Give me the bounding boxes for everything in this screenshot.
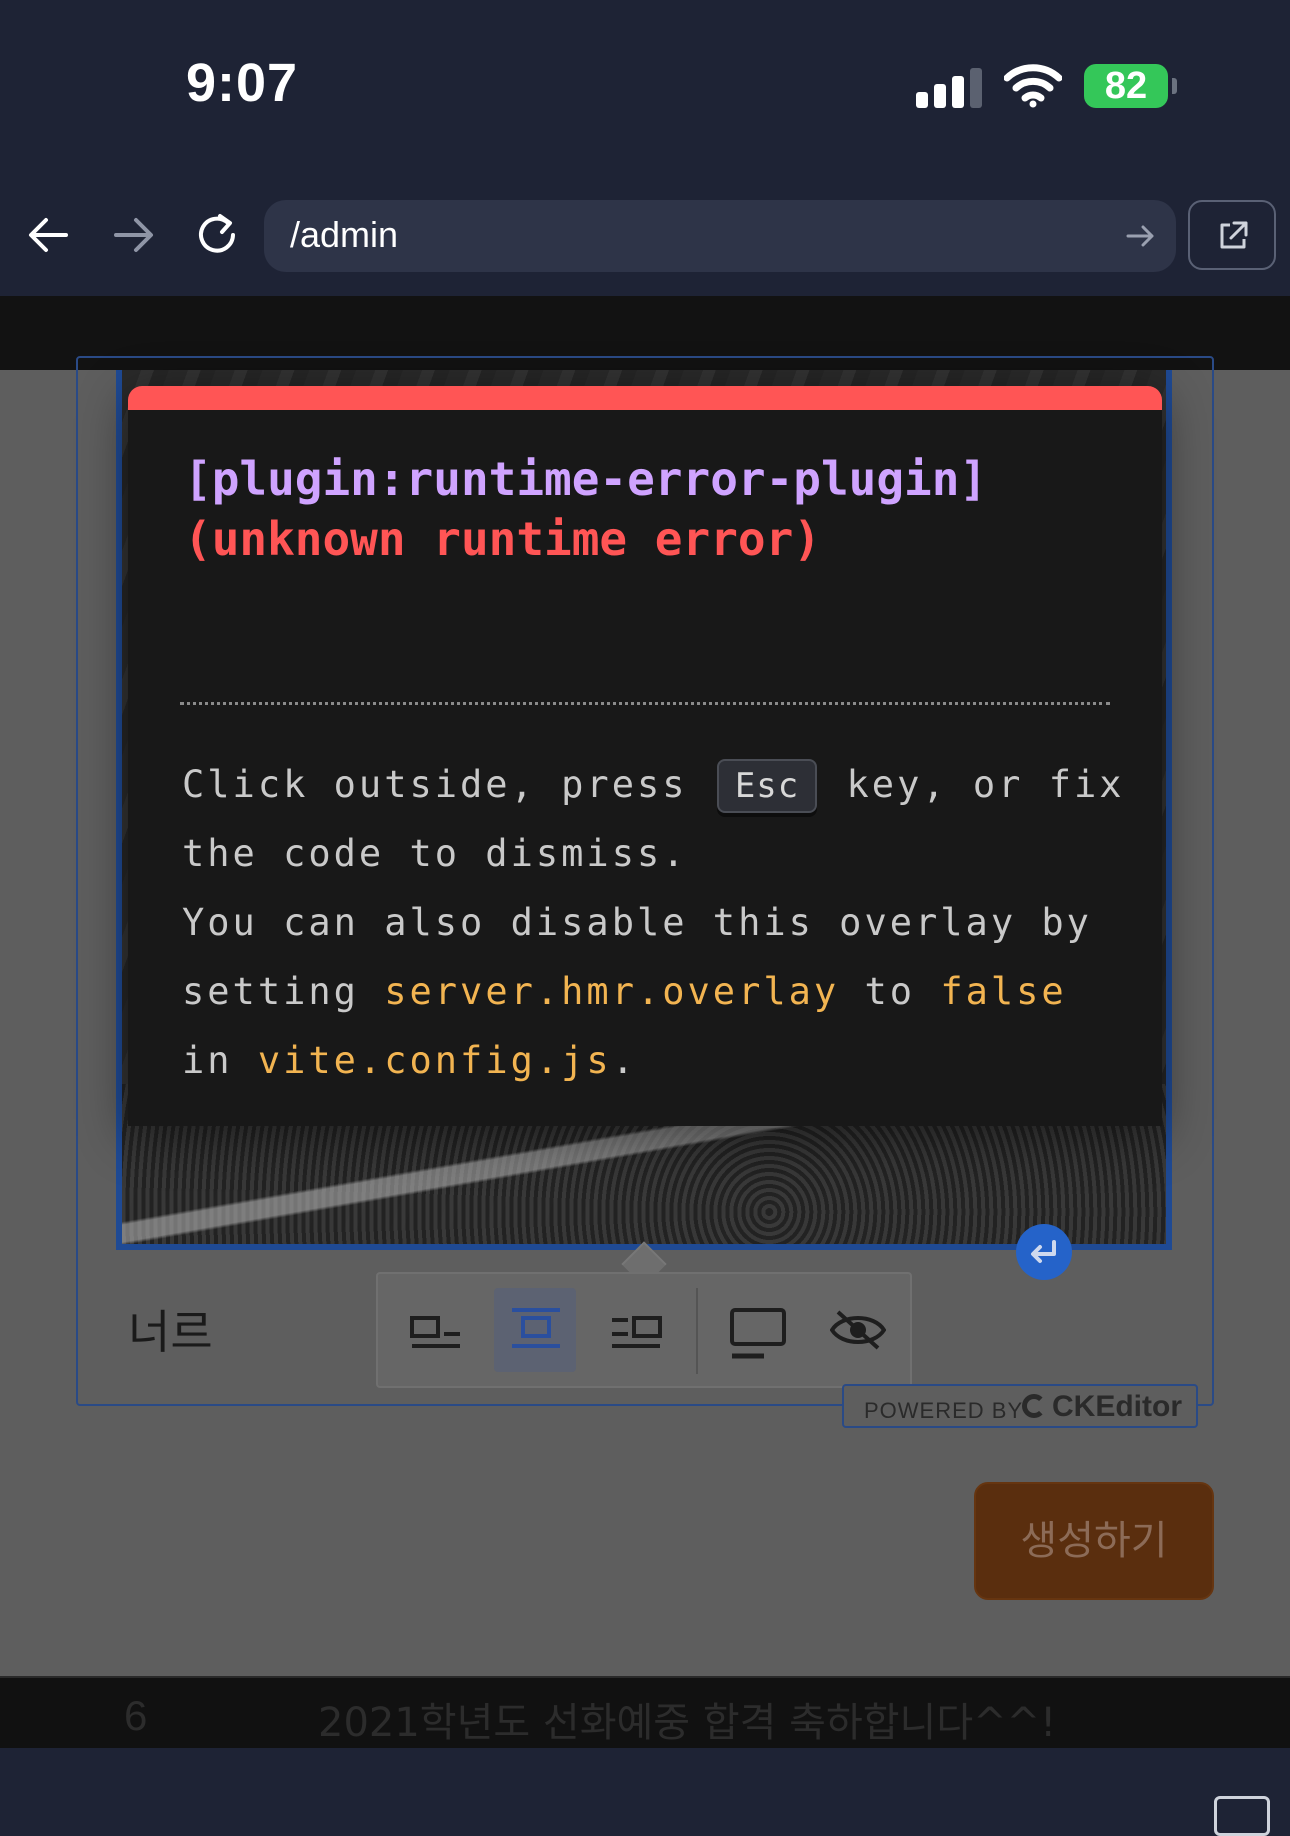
align-center-button[interactable] xyxy=(494,1288,576,1372)
open-external-icon xyxy=(1220,221,1248,249)
tip-text: to xyxy=(864,970,916,1013)
align-right-button[interactable] xyxy=(594,1288,676,1372)
create-button[interactable]: 생성하기 xyxy=(974,1482,1214,1600)
powered-by-label: POWERED BY xyxy=(864,1398,1024,1423)
wifi-icon xyxy=(1004,64,1062,108)
align-left-button[interactable] xyxy=(394,1288,476,1372)
status-time: 9:07 xyxy=(186,53,299,113)
hide-image-button[interactable] xyxy=(814,1288,896,1372)
battery-level: 82 xyxy=(1104,65,1148,107)
table-row[interactable]: 6 2021학년도 선화예중 합격 축하합니다^^! xyxy=(0,1676,1290,1748)
config-value: false xyxy=(940,970,1067,1013)
error-accent-bar xyxy=(128,386,1162,410)
align-left-icon xyxy=(410,1316,460,1348)
enter-icon xyxy=(1031,1240,1056,1263)
error-divider xyxy=(180,702,1110,705)
open-external-button[interactable] xyxy=(1188,200,1276,270)
full-width-icon xyxy=(730,1308,786,1359)
ckeditor-logo-icon xyxy=(1022,1394,1046,1418)
tip-text: Click outside, press xyxy=(182,763,688,806)
tip-text: in xyxy=(182,1039,233,1082)
create-button-label: 생성하기 xyxy=(1020,1518,1168,1564)
error-plugin-name: [plugin:runtime-error-plugin] xyxy=(184,452,988,506)
ckeditor-powered-by[interactable]: POWERED BY CKEditor xyxy=(842,1384,1198,1428)
image-toolbar xyxy=(376,1272,912,1388)
config-key: server.hmr.overlay xyxy=(384,970,840,1013)
align-right-icon xyxy=(612,1316,662,1348)
ckeditor-brand: CKEditor xyxy=(1052,1390,1182,1423)
reload-icon[interactable] xyxy=(190,208,244,262)
toolbar-separator xyxy=(696,1288,698,1374)
keyboard-icon[interactable] xyxy=(1214,1796,1270,1836)
forward-arrow-icon[interactable] xyxy=(106,208,160,262)
row-number: 6 xyxy=(124,1692,148,1739)
battery-charging-icon: 82 xyxy=(1084,64,1168,108)
esc-key: Esc xyxy=(716,759,818,813)
browser-chrome: 9:07 82 /admin xyxy=(0,0,1290,296)
hide-icon xyxy=(830,1310,886,1350)
url-text[interactable]: /admin xyxy=(290,214,398,256)
row-title[interactable]: 2021학년도 선화예중 합격 축하합니다^^! xyxy=(318,1690,1056,1748)
error-tip: Click outside, press Esc key, or fix the… xyxy=(182,750,1132,1095)
error-message: (unknown runtime error) xyxy=(184,512,821,566)
editor-text[interactable]: 너르 xyxy=(128,1296,213,1362)
full-width-button[interactable] xyxy=(714,1288,796,1372)
cellular-signal-icon xyxy=(916,66,982,108)
battery-cap xyxy=(1172,78,1177,94)
bottom-safe-area xyxy=(0,1748,1290,1836)
back-arrow-icon[interactable] xyxy=(22,208,76,262)
go-arrow-icon[interactable] xyxy=(1124,220,1156,252)
error-overlay[interactable]: [plugin:runtime-error-plugin] (unknown r… xyxy=(128,386,1162,1126)
address-bar[interactable]: /admin xyxy=(264,200,1176,272)
align-center-icon xyxy=(512,1308,560,1348)
insert-paragraph-button[interactable] xyxy=(1016,1224,1072,1280)
config-file: vite.config.js xyxy=(257,1039,612,1082)
tip-text: . xyxy=(611,1039,637,1082)
